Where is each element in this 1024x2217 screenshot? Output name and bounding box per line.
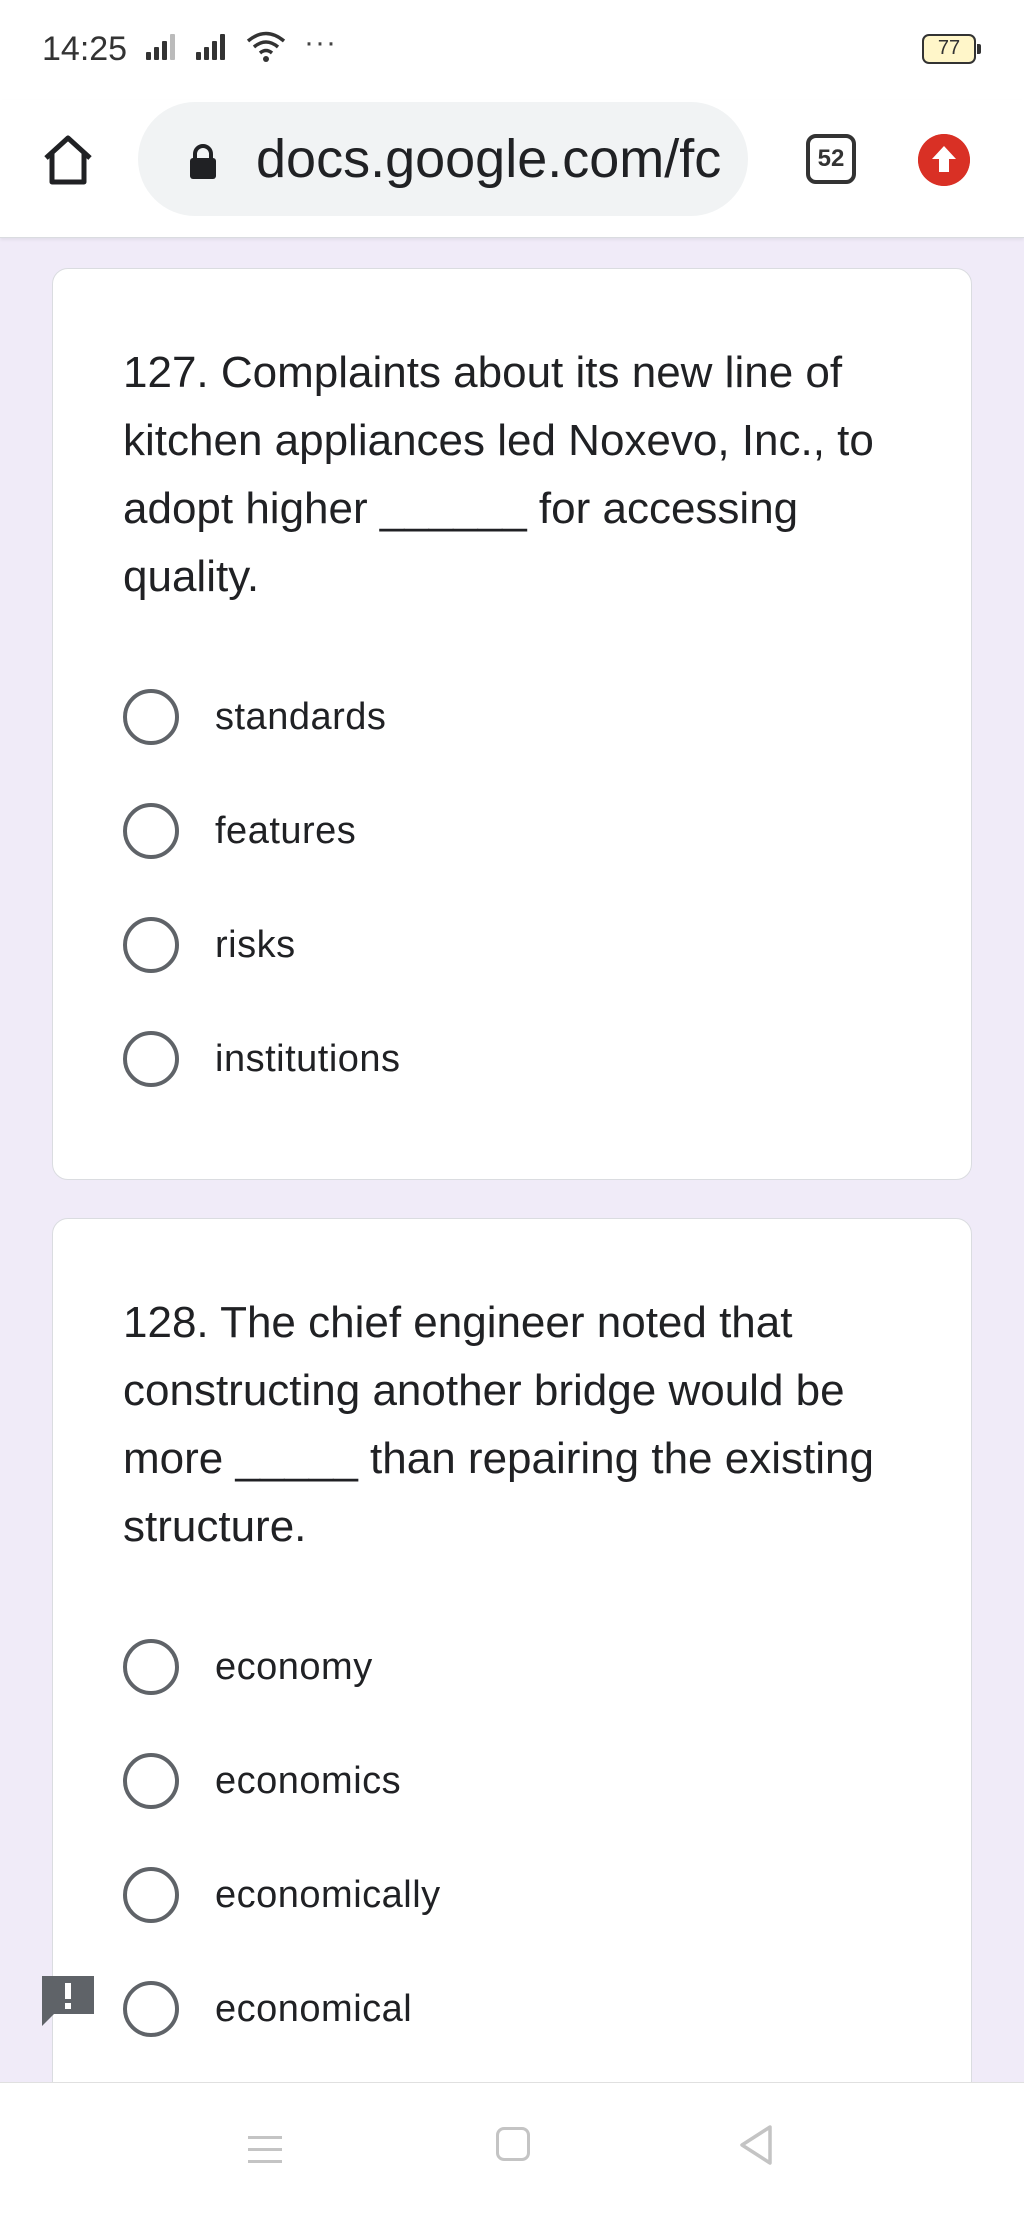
option-label: economical	[215, 1987, 413, 2030]
square-icon[interactable]	[496, 2127, 530, 2161]
question-card-127: 127. Complaints about its new line of ki…	[52, 268, 972, 1180]
battery-icon: 77	[922, 34, 981, 64]
menu-icon[interactable]	[248, 2127, 284, 2167]
option-standards[interactable]: standards	[123, 687, 883, 747]
system-nav-bar	[0, 2082, 1024, 2217]
tab-switcher-button[interactable]: 52	[806, 134, 856, 184]
option-economy[interactable]: economy	[123, 1637, 883, 1697]
option-economical[interactable]: economical	[123, 1979, 883, 2039]
status-bar: 14:25 ··· 77	[0, 0, 1024, 100]
url-text: docs.google.com/fc	[256, 129, 722, 189]
option-label: features	[215, 809, 357, 852]
radio-button[interactable]	[123, 1639, 179, 1695]
signal-1-icon	[146, 34, 175, 60]
option-institutions[interactable]: institutions	[123, 1029, 883, 1089]
radio-button[interactable]	[123, 803, 179, 859]
option-label: economics	[215, 1759, 402, 1802]
more-dots: ···	[304, 26, 337, 59]
radio-button[interactable]	[123, 1031, 179, 1087]
option-economics[interactable]: economics	[123, 1751, 883, 1811]
option-label: standards	[215, 695, 387, 738]
option-label: risks	[215, 923, 296, 966]
option-risks[interactable]: risks	[123, 915, 883, 975]
address-bar[interactable]: docs.google.com/fc	[138, 102, 748, 216]
option-label: economically	[215, 1873, 441, 1916]
browser-toolbar: docs.google.com/fc 52	[0, 100, 1024, 238]
lock-icon	[190, 144, 216, 179]
option-economically[interactable]: economically	[123, 1865, 883, 1925]
question-card-128: 128. The chief engineer noted that const…	[52, 1218, 972, 2217]
option-label: economy	[215, 1645, 373, 1688]
radio-button[interactable]	[123, 689, 179, 745]
back-triangle-icon[interactable]	[736, 2123, 776, 2167]
question-text: 127. Complaints about its new line of ki…	[123, 348, 874, 601]
radio-button[interactable]	[123, 1981, 179, 2037]
question-text: 128. The chief engineer noted that const…	[123, 1298, 874, 1551]
arrow-up-icon[interactable]	[918, 134, 970, 186]
home-icon[interactable]	[38, 130, 98, 190]
option-label: institutions	[215, 1037, 401, 1080]
radio-button[interactable]	[123, 1867, 179, 1923]
option-features[interactable]: features	[123, 801, 883, 861]
status-time: 14:25	[42, 30, 128, 68]
feedback-icon[interactable]	[38, 1972, 98, 2028]
wifi-icon	[246, 31, 286, 62]
radio-button[interactable]	[123, 917, 179, 973]
signal-2-icon	[196, 34, 225, 60]
radio-button[interactable]	[123, 1753, 179, 1809]
